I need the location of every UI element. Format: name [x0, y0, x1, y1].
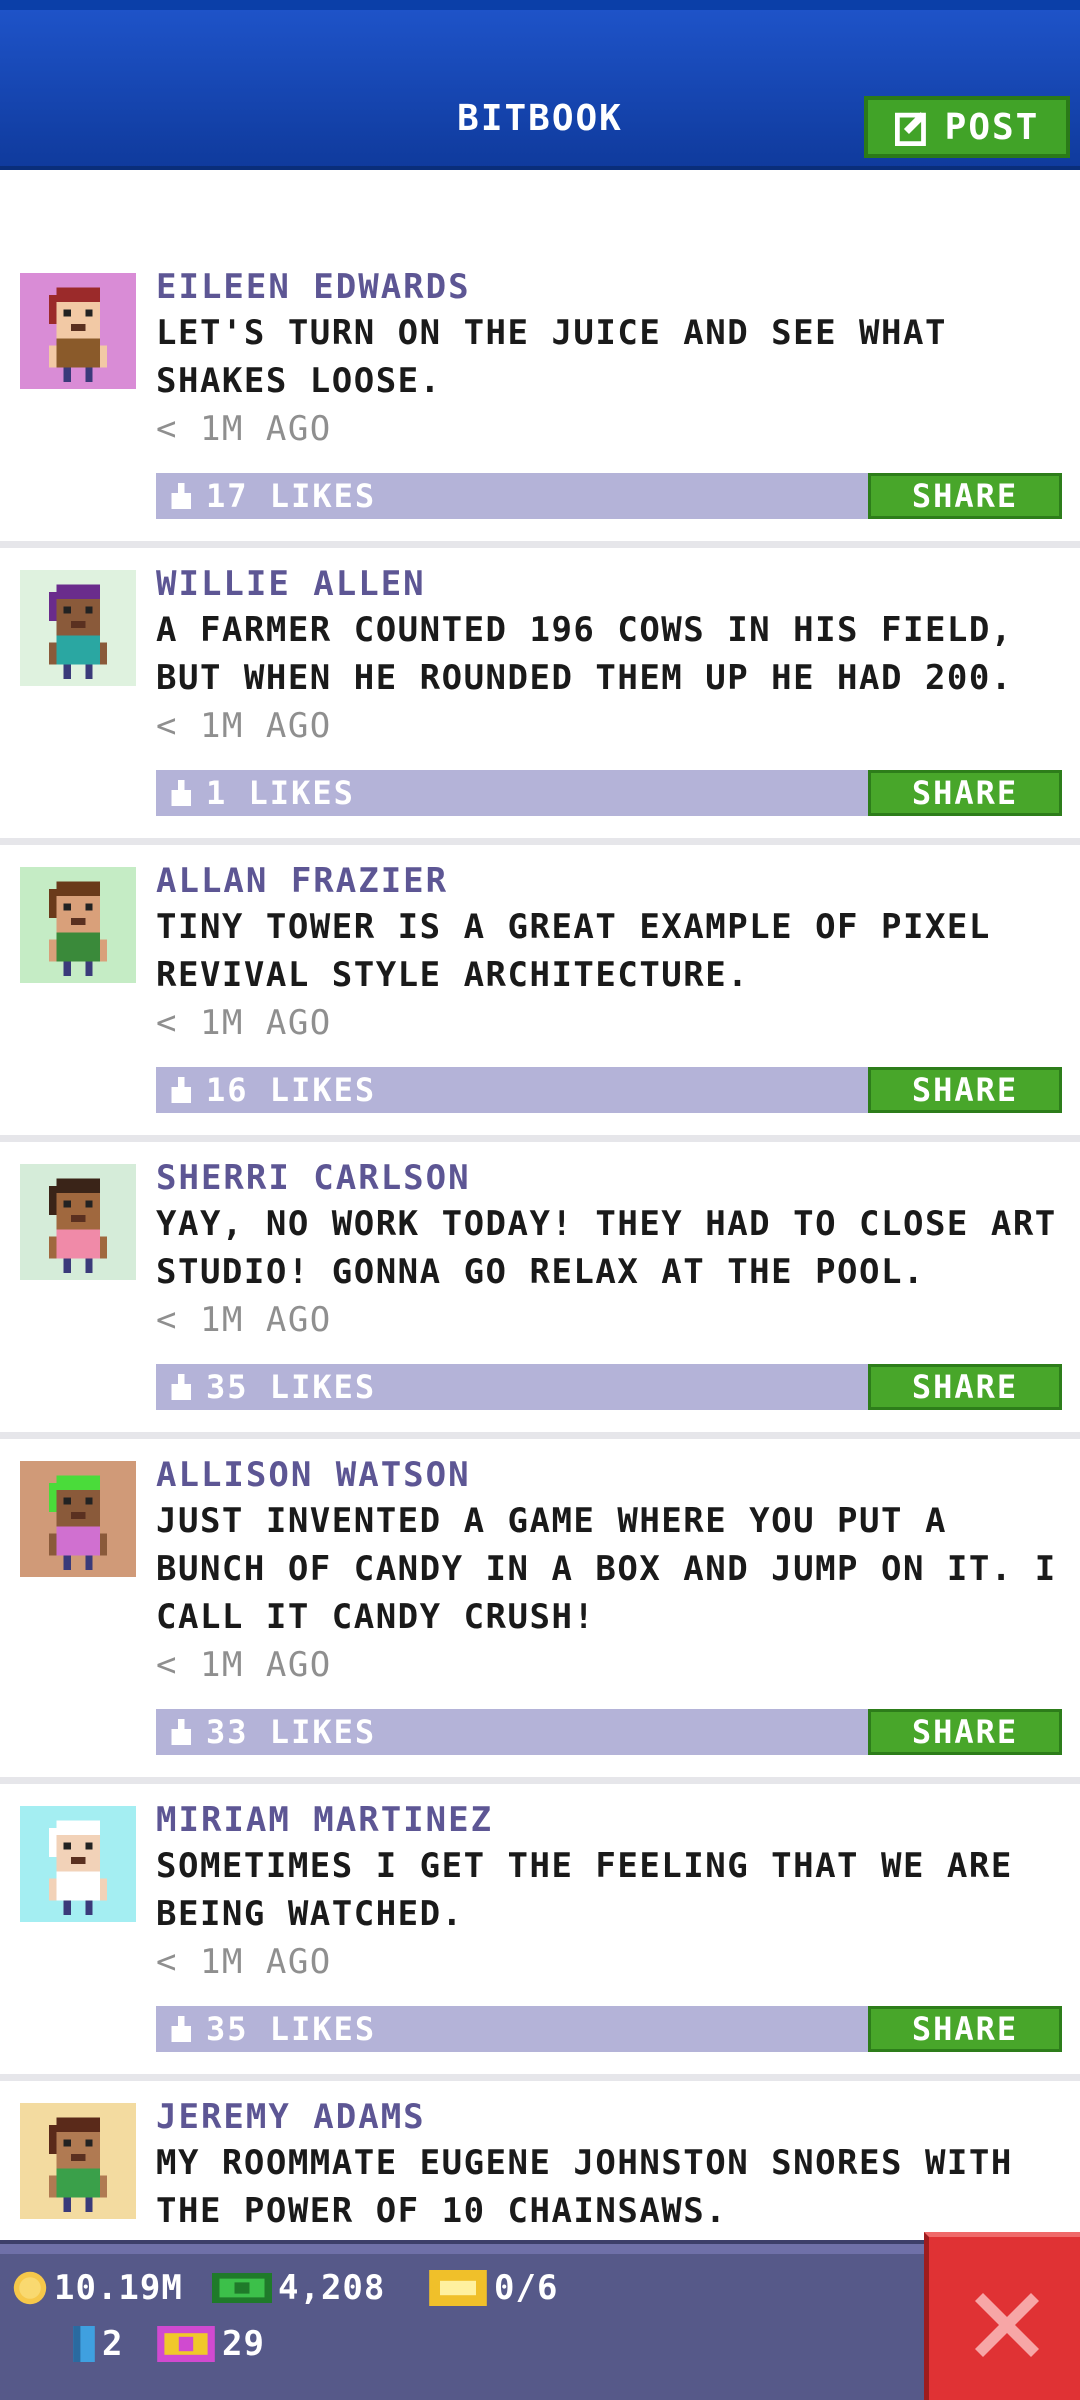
- keys-counter: 29: [156, 2324, 265, 2364]
- app-header: BITBOOK POST: [0, 0, 1080, 170]
- post-author[interactable]: ALLAN FRAZIER: [156, 859, 1066, 903]
- post-author[interactable]: EILEEN EDWARDS: [156, 265, 1066, 309]
- thumbs-up-icon[interactable]: [168, 2016, 194, 2042]
- likes-count: 33 LIKES: [206, 1713, 377, 1751]
- close-icon: [975, 2293, 1039, 2357]
- avatar[interactable]: [20, 1806, 136, 1922]
- like-bar: 16 LIKES SHARE: [156, 1067, 1062, 1113]
- coins-counter: 10.19M: [12, 2268, 183, 2308]
- post-item: JEREMY ADAMS MY ROOMMATE EUGENE JOHNSTON …: [0, 2095, 1080, 2240]
- like-bar: 35 LIKES SHARE: [156, 1364, 1062, 1410]
- bux-value: 4,208: [278, 2268, 386, 2308]
- share-button[interactable]: SHARE: [868, 770, 1062, 816]
- share-button[interactable]: SHARE: [868, 1364, 1062, 1410]
- post-item: MIRIAM MARTINEZ SOMETIMES I GET THE FEELI…: [0, 1798, 1080, 2081]
- post-message: LET'S TURN ON THE JUICE AND SEE WHAT SHA…: [156, 313, 947, 401]
- likes-count: 35 LIKES: [206, 1368, 377, 1406]
- feed-list[interactable]: EILEEN EDWARDS LET'S TURN ON THE JUICE AN…: [0, 265, 1080, 2240]
- post-message: SOMETIMES I GET THE FEELING THAT WE ARE …: [156, 1846, 1013, 1934]
- post-author[interactable]: MIRIAM MARTINEZ: [156, 1798, 1066, 1842]
- post-item: ALLAN FRAZIER TINY TOWER IS A GREAT EXAMP…: [0, 859, 1080, 1142]
- avatar[interactable]: [20, 570, 136, 686]
- avatar[interactable]: [20, 1164, 136, 1280]
- post-author[interactable]: ALLISON WATSON: [156, 1453, 1066, 1497]
- post-author[interactable]: JEREMY ADAMS: [156, 2095, 1066, 2139]
- like-bar: 17 LIKES SHARE: [156, 473, 1062, 519]
- ticket-icon: [429, 2270, 487, 2306]
- post-timestamp: < 1M AGO: [156, 409, 332, 449]
- post-message: TINY TOWER IS A GREAT EXAMPLE OF PIXEL R…: [156, 907, 991, 995]
- likes-count: 16 LIKES: [206, 1071, 377, 1109]
- avatar[interactable]: [20, 867, 136, 983]
- avatar[interactable]: [20, 2103, 136, 2219]
- thumbs-up-icon[interactable]: [168, 1077, 194, 1103]
- post-timestamp: < 1M AGO: [156, 1942, 332, 1982]
- share-button[interactable]: SHARE: [868, 473, 1062, 519]
- like-bar: 35 LIKES SHARE: [156, 2006, 1062, 2052]
- edit-icon: [894, 112, 926, 146]
- post-button-label: POST: [944, 106, 1040, 148]
- like-bar: 33 LIKES SHARE: [156, 1709, 1062, 1755]
- thumbs-up-icon[interactable]: [168, 780, 194, 806]
- post-item: WILLIE ALLEN A FARMER COUNTED 196 COWS IN…: [0, 562, 1080, 845]
- post-item: ALLISON WATSON JUST INVENTED A GAME WHERE…: [0, 1453, 1080, 1784]
- close-button[interactable]: [924, 2232, 1080, 2400]
- bitizen-icon: [73, 2326, 95, 2362]
- share-button[interactable]: SHARE: [868, 2006, 1062, 2052]
- share-button[interactable]: SHARE: [868, 1709, 1062, 1755]
- post-author[interactable]: WILLIE ALLEN: [156, 562, 1066, 606]
- post-message: A FARMER COUNTED 196 COWS IN HIS FIELD, …: [156, 610, 1013, 698]
- post-button[interactable]: POST: [864, 96, 1070, 158]
- thumbs-up-icon[interactable]: [168, 1374, 194, 1400]
- resource-bar: 10.19M 4,208 0/6 2 29: [0, 2240, 928, 2400]
- bux-counter: 4,208: [212, 2268, 385, 2308]
- bitizens-value: 2: [102, 2324, 124, 2364]
- tickets-value: 0/6: [494, 2268, 559, 2308]
- post-message: MY ROOMMATE EUGENE JOHNSTON SNORES WITH …: [156, 2143, 1013, 2231]
- post-timestamp: < 1M AGO: [156, 706, 332, 746]
- avatar[interactable]: [20, 273, 136, 389]
- thumbs-up-icon[interactable]: [168, 483, 194, 509]
- post-item: EILEEN EDWARDS LET'S TURN ON THE JUICE AN…: [0, 265, 1080, 548]
- likes-count: 1 LIKES: [206, 774, 355, 812]
- coins-value: 10.19M: [54, 2268, 183, 2308]
- key-card-icon: [157, 2326, 215, 2362]
- like-bar: 1 LIKES SHARE: [156, 770, 1062, 816]
- likes-count: 17 LIKES: [206, 477, 377, 515]
- coin-icon: [13, 2271, 47, 2305]
- avatar[interactable]: [20, 1461, 136, 1577]
- post-timestamp: < 1M AGO: [156, 1645, 332, 1685]
- thumbs-up-icon[interactable]: [168, 1719, 194, 1745]
- post-timestamp: < 1M AGO: [156, 1300, 332, 1340]
- post-item: SHERRI CARLSON YAY, NO WORK TODAY! THEY H…: [0, 1156, 1080, 1439]
- tickets-counter: 0/6: [428, 2268, 558, 2308]
- likes-count: 35 LIKES: [206, 2010, 377, 2048]
- post-timestamp: < 1M AGO: [156, 1003, 332, 1043]
- post-author[interactable]: SHERRI CARLSON: [156, 1156, 1066, 1200]
- bux-icon: [212, 2273, 272, 2303]
- keys-value: 29: [222, 2324, 265, 2364]
- share-button[interactable]: SHARE: [868, 1067, 1062, 1113]
- bitizens-counter: 2: [72, 2324, 123, 2364]
- post-message: JUST INVENTED A GAME WHERE YOU PUT A BUN…: [156, 1501, 1057, 1637]
- post-message: YAY, NO WORK TODAY! THEY HAD TO CLOSE AR…: [156, 1204, 1057, 1292]
